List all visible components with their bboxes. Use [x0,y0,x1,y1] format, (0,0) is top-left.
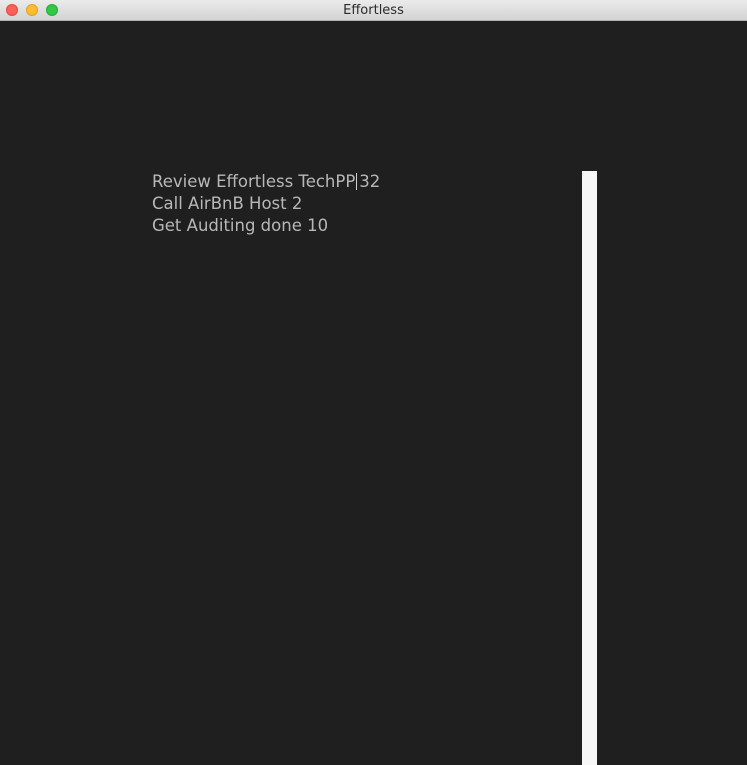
task-line[interactable]: Review Effortless TechPP 32 [152,171,380,193]
task-text-after-caret: 32 [359,172,381,191]
text-caret [356,173,358,190]
title-bar[interactable]: Effortless [0,0,747,21]
window-title: Effortless [343,3,404,18]
task-list: Review Effortless TechPP 32 Call AirBnB H… [152,171,380,237]
app-window: Effortless Review Effortless TechPP 32 Ca… [0,0,747,765]
task-line[interactable]: Call AirBnB Host 2 [152,193,380,215]
task-text-before-caret: Review Effortless TechPP [152,172,356,191]
editor-area[interactable]: Review Effortless TechPP 32 Call AirBnB H… [0,21,747,765]
vertical-progress-bar [582,171,597,765]
task-line[interactable]: Get Auditing done 10 [152,215,380,237]
